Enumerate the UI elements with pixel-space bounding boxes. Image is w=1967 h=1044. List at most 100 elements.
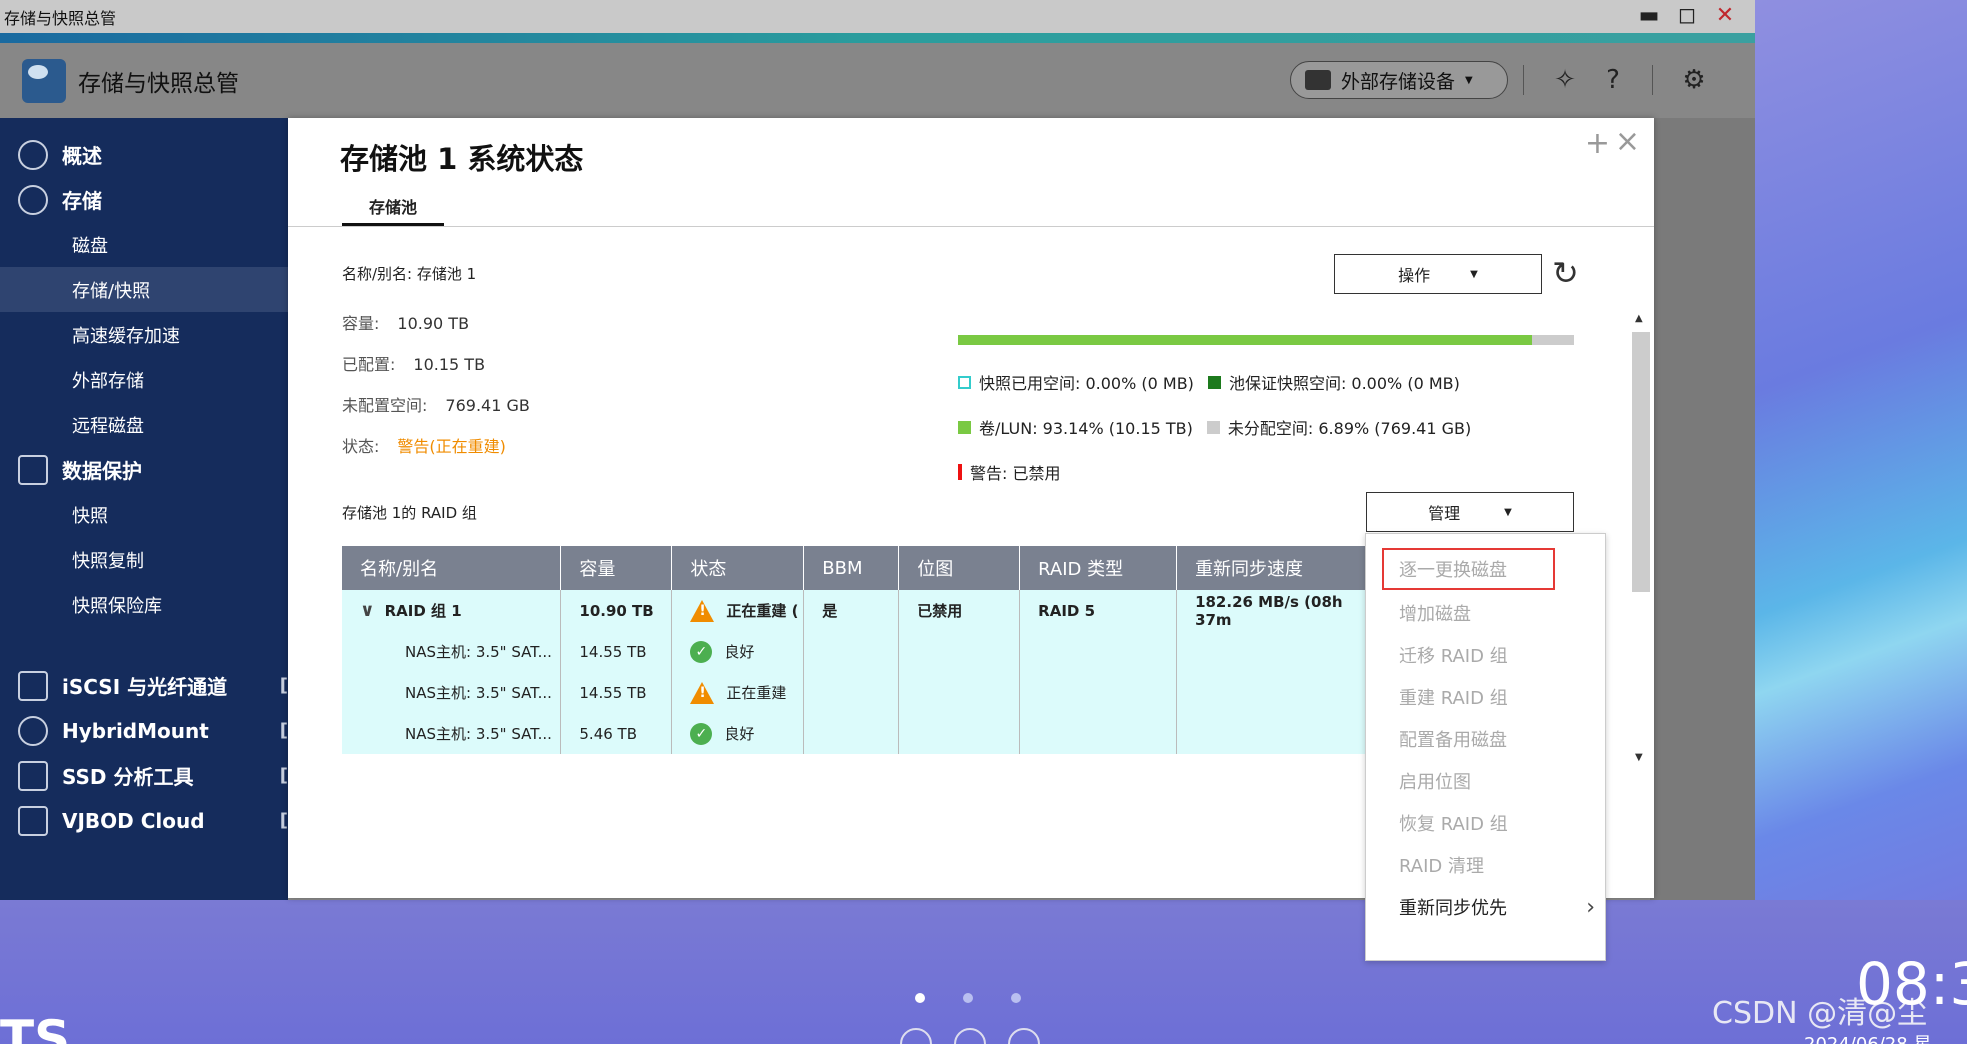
- sidebar: 概述 存储 磁盘 存储/快照 高速缓存加速 外部存储 远程磁盘 数据保护 快照 …: [0, 118, 288, 900]
- manage-button[interactable]: 管理 ▼: [1366, 492, 1574, 532]
- sidebar-item-overview[interactable]: 概述: [0, 132, 288, 177]
- menu-item-spare-disk[interactable]: 配置备用磁盘: [1366, 718, 1605, 760]
- pool-guarantee-swatch: [1207, 375, 1221, 389]
- menu-item-resync-priority[interactable]: 重新同步优先 ›: [1366, 886, 1605, 928]
- sidebar-item-label: 概述: [62, 144, 102, 168]
- allocated-label: 已配置:: [342, 355, 396, 374]
- desktop-logo-text: TS: [0, 1010, 71, 1044]
- minimize-icon[interactable]: ▬: [1637, 4, 1661, 28]
- page-dot[interactable]: [1011, 993, 1021, 1003]
- column-header[interactable]: 名称/别名: [342, 546, 562, 590]
- accent-bar: [0, 33, 1755, 43]
- refresh-icon[interactable]: ↻: [1552, 256, 1586, 290]
- sidebar-item-snapshot-replica[interactable]: 快照复制: [0, 537, 288, 582]
- status-text: 正在重建 (: [726, 602, 799, 620]
- scroll-down-icon[interactable]: ▼: [1635, 752, 1643, 763]
- operate-button[interactable]: 操作 ▼: [1334, 254, 1542, 294]
- manage-label: 管理: [1428, 504, 1461, 523]
- column-header[interactable]: BBM: [803, 546, 900, 590]
- menu-item-raid-scrubbing[interactable]: RAID 清理: [1366, 844, 1605, 886]
- sidebar-item-hybridmount[interactable]: HybridMount [: [0, 708, 288, 753]
- window-titlebar[interactable]: 存储与快照总管 ▬ ◻ ✕: [0, 0, 1755, 33]
- sidebar-item-disks[interactable]: 磁盘: [0, 222, 288, 267]
- raid-group-name: RAID 组 1: [384, 602, 462, 620]
- help-icon[interactable]: ?: [1596, 63, 1630, 97]
- table-row[interactable]: NAS主机: 3.5" SAT... 5.46 TB ✓ 良好: [342, 713, 1382, 754]
- window-title: 存储与快照总管: [4, 8, 117, 28]
- menu-item-recover-raid[interactable]: 恢复 RAID 组: [1366, 802, 1605, 844]
- status-text: 良好: [724, 643, 755, 661]
- column-header[interactable]: 位图: [898, 546, 1021, 590]
- app-name: 存储与快照总管: [78, 70, 239, 97]
- capacity-cell: 5.46 TB: [560, 713, 673, 754]
- resync-speed-cell: 182.26 MB/s (08h 37m: [1176, 590, 1382, 631]
- table-row[interactable]: NAS主机: 3.5" SAT... 14.55 TB 正在重建: [342, 672, 1382, 713]
- chevron-down-icon: ▼: [1465, 74, 1473, 86]
- chevron-down-icon: ▼: [1504, 506, 1512, 518]
- toolbar-divider: [1652, 65, 1653, 95]
- sidebar-item-ssd-profiling[interactable]: SSD 分析工具 [: [0, 753, 288, 798]
- desktop-wallpaper-bottom: [0, 900, 1967, 1044]
- column-header[interactable]: 状态: [671, 546, 805, 590]
- gear-icon[interactable]: ⚙: [1677, 63, 1711, 97]
- sidebar-item-label: SSD 分析工具: [62, 765, 194, 789]
- column-header[interactable]: 重新同步速度: [1176, 546, 1382, 590]
- sidebar-item-storage[interactable]: 存储: [0, 177, 288, 222]
- sidebar-item-cache-acceleration[interactable]: 高速缓存加速: [0, 312, 288, 357]
- warning-icon: [690, 599, 715, 622]
- check-icon: ✓: [690, 722, 713, 745]
- toolbar-divider: [1523, 65, 1524, 95]
- status-text: 良好: [724, 725, 755, 743]
- manage-dropdown-menu: 逐一更换磁盘 增加磁盘 迁移 RAID 组 重建 RAID 组 配置备用磁盘 启…: [1365, 533, 1606, 961]
- table-row[interactable]: ∨ RAID 组 1 10.90 TB 正在重建 ( 是 已禁用 RAID 5 1…: [342, 590, 1382, 631]
- table-row[interactable]: NAS主机: 3.5" SAT... 14.55 TB ✓ 良好: [342, 631, 1382, 672]
- close-icon[interactable]: ×: [1615, 124, 1640, 159]
- sidebar-item-label: iSCSI 与光纤通道: [62, 675, 228, 699]
- sidebar-item-storage-snapshots[interactable]: 存储/快照: [0, 267, 288, 312]
- menu-item-migrate-raid[interactable]: 迁移 RAID 组: [1366, 634, 1605, 676]
- chevron-down-icon[interactable]: ∨: [360, 600, 375, 621]
- sidebar-item-snapshot-vault[interactable]: 快照保险库: [0, 582, 288, 627]
- menu-item-rebuild-raid[interactable]: 重建 RAID 组: [1366, 676, 1605, 718]
- menu-item-add-disk[interactable]: 增加磁盘: [1366, 592, 1605, 634]
- sidebar-item-remote-disk[interactable]: 远程磁盘: [0, 402, 288, 447]
- scroll-up-icon[interactable]: ▲: [1635, 313, 1643, 324]
- app-toolbar: 存储与快照总管 外部存储设备 ▼ ✧ ? ⚙: [0, 43, 1755, 118]
- legend-pool-guarantee: 池保证快照空间: 0.00% (0 MB): [1228, 374, 1460, 393]
- sidebar-item-iscsi[interactable]: iSCSI 与光纤通道 [: [0, 663, 288, 708]
- sidebar-item-external-storage[interactable]: 外部存储: [0, 357, 288, 402]
- dock-icon[interactable]: [1008, 1028, 1040, 1044]
- maximize-icon[interactable]: ◻: [1675, 4, 1699, 28]
- unallocated-label: 未配置空间:: [342, 396, 428, 415]
- desktop-date: 2024/06/28 星: [1804, 1030, 1931, 1044]
- sidebar-item-vjbod-cloud[interactable]: VJBOD Cloud [: [0, 798, 288, 843]
- status-cell: ✓ 良好: [671, 631, 805, 672]
- page-dot[interactable]: [963, 993, 973, 1003]
- allocated-row: 已配置: 10.15 TB: [342, 351, 485, 375]
- expand-icon[interactable]: +: [1585, 126, 1610, 161]
- external-link-icon: [: [279, 675, 288, 696]
- iscsi-icon: [18, 670, 48, 701]
- dock-icon[interactable]: [954, 1028, 986, 1044]
- chevron-down-icon: ▼: [1470, 268, 1478, 280]
- desktop-page-dots[interactable]: [915, 993, 1021, 1003]
- close-icon[interactable]: ✕: [1713, 4, 1737, 28]
- menu-item-replace-disks[interactable]: 逐一更换磁盘: [1380, 546, 1557, 592]
- scrollbar-thumb[interactable]: [1632, 332, 1650, 592]
- page-dot[interactable]: [915, 993, 925, 1003]
- sidebar-item-snapshot[interactable]: 快照: [0, 492, 288, 537]
- magic-wand-icon[interactable]: ✧: [1548, 63, 1582, 97]
- check-icon: ✓: [690, 640, 713, 663]
- sidebar-item-data-protection[interactable]: 数据保护: [0, 447, 288, 492]
- name-cell: NAS主机: 3.5" SAT...: [342, 713, 562, 754]
- column-header[interactable]: 容量: [560, 546, 673, 590]
- external-storage-button[interactable]: 外部存储设备 ▼: [1290, 61, 1508, 99]
- tab-storage-pool[interactable]: 存储池: [342, 190, 444, 226]
- operate-label: 操作: [1398, 266, 1431, 285]
- dock-icon[interactable]: [900, 1028, 932, 1044]
- dialog-title: 存储池 1 系统状态: [340, 142, 584, 176]
- cloud-icon: [18, 715, 48, 746]
- column-header[interactable]: RAID 类型: [1019, 546, 1178, 590]
- sidebar-item-label: HybridMount: [62, 718, 209, 743]
- menu-item-enable-bitmap[interactable]: 启用位图: [1366, 760, 1605, 802]
